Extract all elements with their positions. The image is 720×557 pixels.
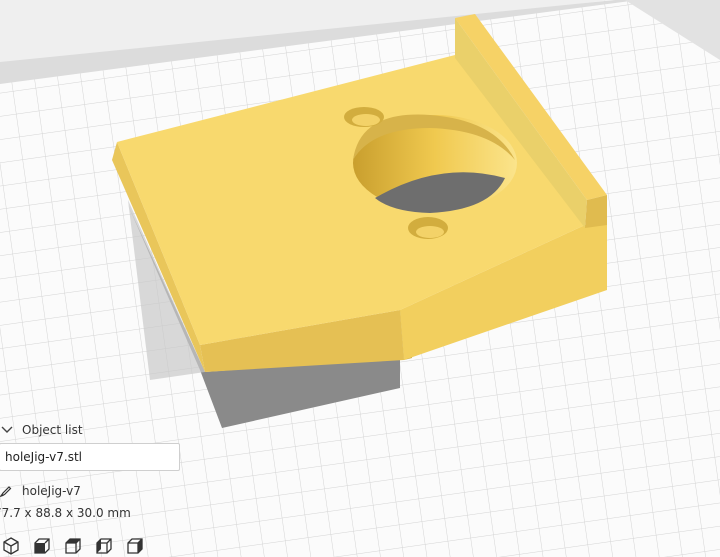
pencil-icon (0, 486, 12, 497)
view-front-button[interactable] (31, 536, 53, 556)
cube-front-icon (34, 538, 50, 554)
view-left-button[interactable] (93, 536, 115, 556)
view-right-button[interactable] (124, 536, 146, 556)
view-3d-button[interactable] (0, 536, 22, 556)
view-top-button[interactable] (62, 536, 84, 556)
object-list-label: Object list (22, 423, 83, 437)
cube-left-icon (96, 538, 112, 554)
cube-top-icon (65, 538, 81, 554)
object-name: holeJig-v7 (22, 484, 81, 498)
object-name-row[interactable]: holeJig-v7 (0, 482, 81, 500)
cube-right-icon (127, 538, 143, 554)
view-button-bar (0, 536, 146, 556)
cube-3d-icon (3, 537, 19, 555)
build-plate-viewport[interactable] (0, 0, 720, 557)
object-list-file-item[interactable]: holeJig-v7.stl (0, 443, 180, 471)
object-dimensions: 77.7 x 88.8 x 30.0 mm (0, 506, 131, 520)
object-list-header[interactable]: Object list (0, 421, 83, 439)
chevron-down-icon (1, 426, 13, 433)
file-name: holeJig-v7.stl (5, 450, 83, 464)
